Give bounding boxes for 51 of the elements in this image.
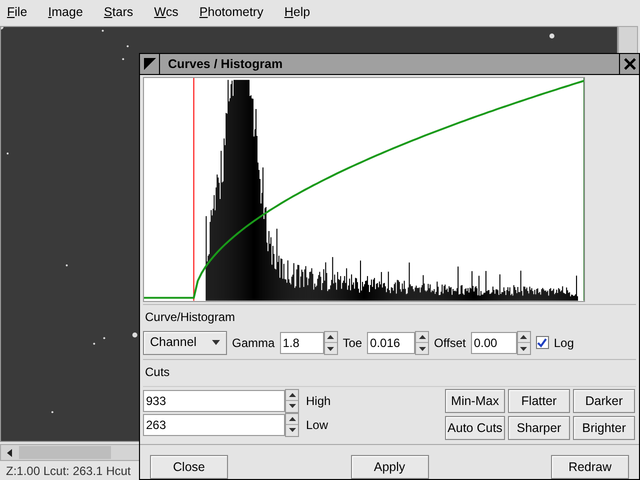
menu-item[interactable]: Help (284, 2, 310, 22)
spin-buttons[interactable] (324, 330, 338, 355)
dialog-button[interactable]: Redraw (551, 455, 629, 479)
status-text: Z:1.00 Lcut: 263.1 Hcut (6, 464, 131, 478)
menu-item[interactable]: Image (48, 2, 83, 22)
dialog-button[interactable]: Close (150, 455, 228, 479)
close-icon[interactable] (619, 54, 639, 74)
dialog-title: Curves / Histogram (168, 56, 284, 73)
dialog-button[interactable]: Apply (350, 455, 428, 479)
down-arrow-icon (288, 428, 296, 432)
menu-item[interactable]: Wcs (154, 2, 178, 22)
field-label: High (306, 392, 331, 410)
field-label: Toe (342, 334, 362, 352)
cuts-button[interactable]: Sharper (508, 416, 570, 440)
caret-icon (212, 340, 220, 346)
channel-dropdown[interactable]: Channel (143, 330, 227, 355)
down-arrow-icon (327, 346, 334, 351)
cuts-button[interactable]: Auto Cuts (445, 416, 505, 440)
spin-buttons[interactable] (516, 330, 531, 355)
gamma-field[interactable]: 1.8 (280, 332, 324, 354)
cuts-button[interactable]: Min-Max (445, 389, 505, 413)
cut-value-field[interactable]: 263 (143, 414, 285, 436)
checkbox-label: Log (554, 334, 574, 352)
field-label: Offset (434, 334, 466, 352)
scrollbar-thumb[interactable] (19, 446, 111, 459)
up-arrow-icon (520, 335, 528, 340)
menu-item[interactable]: Photometry (199, 2, 264, 22)
section-label: Cuts (144, 365, 170, 379)
spin-buttons[interactable] (285, 388, 299, 412)
down-arrow-icon (288, 404, 296, 408)
toe-field[interactable]: 0.016 (367, 332, 416, 354)
offset-field[interactable]: 0.00 (470, 332, 517, 354)
spin-buttons[interactable] (415, 330, 430, 355)
up-arrow-icon (288, 416, 296, 421)
up-arrow-icon (288, 392, 296, 397)
section-label: Curve/Histogram (143, 310, 236, 324)
spin-buttons[interactable] (285, 412, 299, 436)
menu-item[interactable]: Stars (104, 2, 134, 22)
up-arrow-icon (327, 335, 334, 340)
down-arrow-icon (520, 346, 528, 351)
check-icon (537, 338, 548, 348)
cuts-button[interactable]: Darker (573, 389, 635, 413)
field-label: Gamma (232, 334, 275, 352)
field-label: Low (306, 416, 328, 434)
menu-item[interactable]: File (7, 2, 28, 22)
cuts-button[interactable]: Flatter (508, 389, 570, 413)
log-checkbox[interactable] (536, 336, 549, 350)
down-arrow-icon (418, 346, 426, 351)
cut-value-field[interactable]: 933 (143, 390, 285, 412)
up-arrow-icon (418, 335, 426, 340)
cuts-button[interactable]: Brighter (573, 416, 635, 440)
